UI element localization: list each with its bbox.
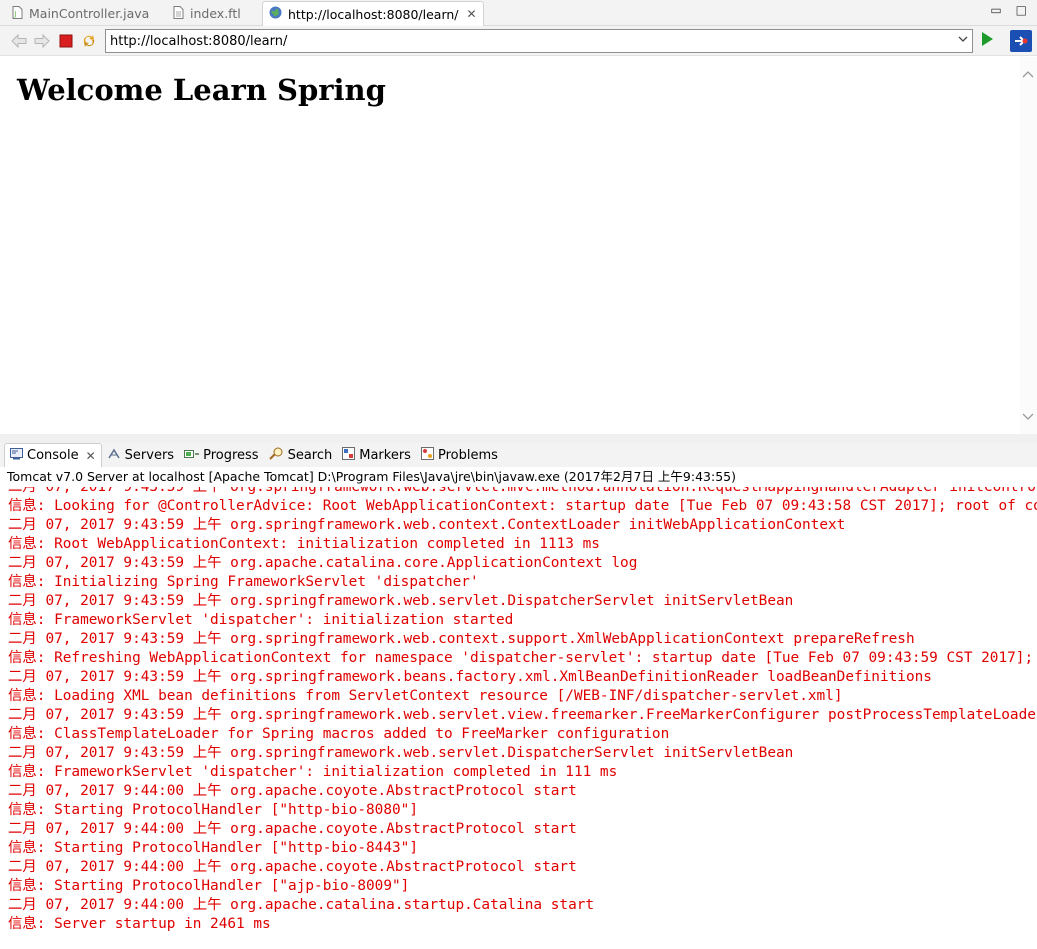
forward-icon[interactable]	[33, 32, 51, 50]
console-line: 二月 07, 2017 9:43:59 上午 org.springframewo…	[8, 631, 915, 647]
console-line: 信息: FrameworkServlet 'dispatcher': initi…	[8, 764, 618, 780]
console-line: 信息: Refreshing WebApplicationContext for…	[8, 650, 1034, 666]
external-browser-icon[interactable]	[1010, 30, 1032, 52]
browser-scrollbar[interactable]	[1020, 57, 1037, 434]
globe-icon	[269, 6, 282, 22]
tab-label: index.ftl	[190, 6, 241, 21]
tab-label: Servers	[124, 447, 175, 463]
console-line: 信息: Server startup in 2461 ms	[8, 916, 271, 932]
console-process-label: Tomcat v7.0 Server at localhost [Apache …	[0, 467, 1037, 487]
tab-console[interactable]: Console ✕	[4, 443, 102, 467]
console-line: 信息: Root WebApplicationContext: initiali…	[8, 536, 600, 552]
page-heading: Welcome Learn Spring	[17, 73, 386, 107]
console-line: 二月 07, 2017 9:44:00 上午 org.apache.coyote…	[8, 821, 577, 837]
tab-servers[interactable]: Servers	[102, 443, 179, 467]
console-line: 信息: Starting ProtocolHandler ["http-bio-…	[8, 802, 418, 818]
close-icon[interactable]: ✕	[86, 449, 96, 463]
console-line: 信息: ClassTemplateLoader for Spring macro…	[8, 726, 670, 742]
back-icon[interactable]	[10, 32, 28, 50]
tab-label: Console	[27, 448, 79, 463]
file-icon	[173, 5, 184, 22]
tab-label: Search	[287, 447, 333, 463]
stop-icon[interactable]	[57, 32, 75, 50]
svg-text:J: J	[14, 10, 17, 18]
tab-label: Progress	[203, 447, 259, 463]
url-input[interactable]: http://localhost:8080/learn/	[105, 29, 973, 53]
console-line: 二月 07, 2017 9:43:59 上午 org.apache.catali…	[8, 555, 638, 571]
console-line: 二月 07, 2017 9:44:00 上午 org.apache.catali…	[8, 897, 595, 913]
console-line: 二月 07, 2017 9:43:59 上午 org.springframewo…	[8, 487, 1037, 495]
console-lines: 二月 07, 2017 9:43:59 上午 org.springframewo…	[8, 487, 1037, 934]
progress-icon	[184, 448, 200, 463]
problems-icon	[420, 447, 434, 463]
tab-label: MainController.java	[29, 6, 150, 21]
chevron-down-icon[interactable]	[1022, 410, 1034, 424]
view-tab-bar: Console ✕ Servers Progress Search Marker…	[0, 443, 1037, 467]
refresh-icon[interactable]	[80, 32, 98, 50]
window-controls: ▭ □	[990, 3, 1027, 17]
browser-content: Welcome Learn Spring	[4, 57, 1020, 434]
console-line: 二月 07, 2017 9:44:00 上午 org.apache.coyote…	[8, 783, 577, 799]
console-line: 信息: Initializing Spring FrameworkServlet…	[8, 574, 479, 590]
tab-browser[interactable]: http://localhost:8080/learn/ ✕	[262, 1, 484, 26]
tab-index-ftl[interactable]: index.ftl	[173, 1, 241, 26]
chevron-up-icon[interactable]	[1022, 67, 1034, 81]
minimize-icon[interactable]: ▭	[990, 3, 1001, 17]
console-line: 信息: Looking for @ControllerAdvice: Root …	[8, 498, 1037, 514]
browser-toolbar: http://localhost:8080/learn/	[0, 26, 1037, 56]
chevron-down-icon[interactable]	[958, 33, 968, 46]
console-line: 二月 07, 2017 9:43:59 上午 org.springframewo…	[8, 593, 794, 609]
tab-search[interactable]: Search	[264, 443, 338, 467]
maximize-icon[interactable]: □	[1016, 3, 1027, 17]
close-icon[interactable]: ✕	[467, 7, 477, 21]
console-output[interactable]: 二月 07, 2017 9:43:59 上午 org.springframewo…	[0, 487, 1037, 949]
tab-main-controller[interactable]: J MainController.java	[12, 1, 149, 26]
console-line: 信息: Starting ProtocolHandler ["ajp-bio-8…	[8, 878, 410, 894]
console-line: 信息: Loading XML bean definitions from Se…	[8, 688, 843, 704]
tab-label: http://localhost:8080/learn/	[288, 6, 459, 22]
view-separator	[0, 434, 1037, 443]
console-line: 信息: Starting ProtocolHandler ["http-bio-…	[8, 840, 418, 856]
console-line: 二月 07, 2017 9:43:59 上午 org.springframewo…	[8, 517, 846, 533]
tab-progress[interactable]: Progress	[179, 443, 263, 467]
editor-tab-strip: J MainController.java index.ftl http://l…	[0, 0, 1037, 26]
console-line: 信息: FrameworkServlet 'dispatcher': initi…	[8, 612, 514, 628]
search-icon	[268, 447, 284, 463]
tab-markers[interactable]: Markers	[337, 443, 416, 467]
console-line: 二月 07, 2017 9:44:00 上午 org.apache.coyote…	[8, 859, 577, 875]
tab-label: Problems	[437, 447, 498, 463]
console-line: 二月 07, 2017 9:43:59 上午 org.springframewo…	[8, 707, 1037, 723]
java-file-icon: J	[12, 5, 23, 22]
go-icon[interactable]	[982, 32, 993, 46]
tab-label: Markers	[359, 447, 411, 463]
console-line: 二月 07, 2017 9:43:59 上午 org.springframewo…	[8, 745, 794, 761]
markers-icon	[342, 447, 356, 463]
console-line: 二月 07, 2017 9:43:59 上午 org.springframewo…	[8, 669, 932, 685]
url-text: http://localhost:8080/learn/	[110, 33, 288, 49]
servers-icon	[107, 448, 121, 463]
console-icon	[10, 448, 23, 463]
tab-problems[interactable]: Problems	[416, 443, 503, 467]
